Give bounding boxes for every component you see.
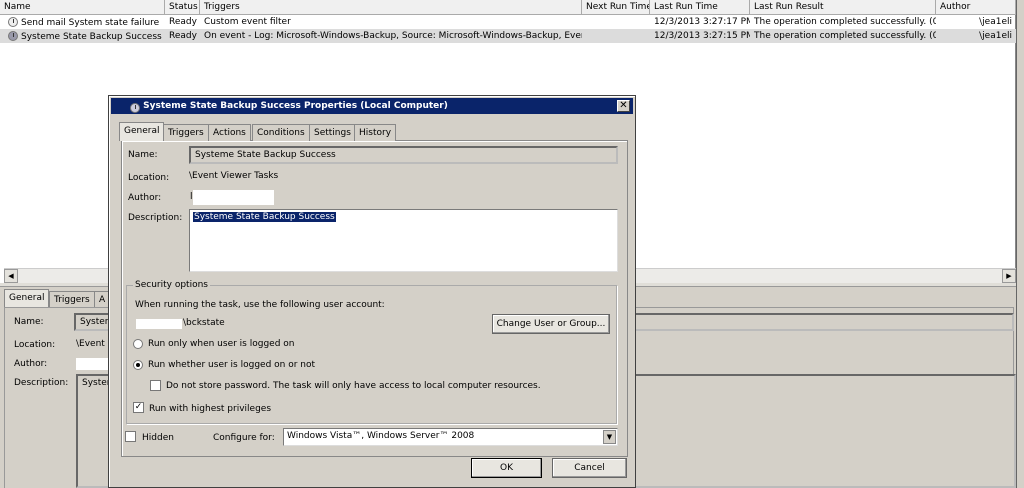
configure-for-select[interactable]: Windows Vista™, Windows Server™ 2008 ▼	[283, 428, 618, 446]
radio-whether-logged-on[interactable]	[133, 360, 143, 370]
tab-general[interactable]: General	[119, 122, 165, 141]
radio-logged-on[interactable]	[133, 339, 143, 349]
task-last-run: 12/3/2013 3:27:17 PM	[654, 17, 750, 27]
table-row-selected[interactable]: Systeme State Backup Success Ready On ev…	[0, 29, 936, 43]
description-label: Description:	[14, 378, 69, 388]
radio-whether-label[interactable]: Run whether user is logged on or not	[148, 360, 315, 370]
location-label: Location:	[14, 340, 56, 350]
task-status: Ready	[169, 31, 197, 41]
dialog-title: Systeme State Backup Success Properties …	[143, 101, 448, 111]
task-result: The operation completed successfully. (0…	[754, 17, 936, 27]
task-triggers: Custom event filter	[204, 17, 291, 27]
location-label: Location:	[128, 173, 170, 183]
task-author: \jea1eli	[936, 29, 1016, 43]
ok-button[interactable]: OK	[471, 458, 542, 478]
column-header-name[interactable]: Name	[0, 0, 165, 15]
dialog-titlebar[interactable]: Systeme State Backup Success Properties …	[111, 98, 633, 114]
configure-for-label: Configure for:	[213, 433, 275, 443]
change-user-button[interactable]: Change User or Group...	[492, 314, 610, 334]
task-clock-icon	[130, 103, 140, 113]
tab-history[interactable]: History	[354, 124, 397, 141]
tab-settings[interactable]: Settings	[309, 124, 356, 141]
location-value: \Event Viewer Tasks	[189, 171, 279, 181]
account-redaction	[136, 319, 182, 329]
no-store-password-label[interactable]: Do not store password. The task will onl…	[166, 381, 541, 391]
chevron-down-icon[interactable]: ▼	[603, 430, 616, 444]
column-header-result[interactable]: Last Run Result	[750, 0, 936, 15]
description-label: Description:	[128, 213, 183, 223]
task-clock-icon	[8, 31, 18, 41]
bottom-tab-triggers[interactable]: Triggers	[49, 291, 95, 308]
tab-conditions[interactable]: Conditions	[252, 124, 310, 141]
task-last-run: 12/3/2013 3:27:15 PM	[654, 31, 750, 41]
no-store-password-checkbox[interactable]	[150, 380, 161, 391]
properties-dialog: Systeme State Backup Success Properties …	[108, 95, 636, 488]
task-triggers: On event - Log: Microsoft-Windows-Backup…	[204, 31, 582, 41]
description-field[interactable]: Systeme State Backup Success	[189, 209, 618, 272]
column-header-next-run[interactable]: Next Run Time	[582, 0, 650, 15]
right-pane-edge	[1016, 0, 1024, 488]
scroll-right-icon[interactable]: ▶	[1002, 269, 1016, 283]
author-redaction	[193, 190, 274, 205]
task-name: Systeme State Backup Success	[21, 32, 162, 42]
tab-actions[interactable]: Actions	[208, 124, 251, 141]
task-status: Ready	[169, 17, 197, 27]
hidden-label[interactable]: Hidden	[142, 433, 174, 443]
account-value: \bckstate	[183, 318, 225, 328]
table-row[interactable]: Send mail System state failure Ready Cus…	[0, 15, 1016, 29]
column-header-author[interactable]: Author	[936, 0, 1016, 15]
account-prompt: When running the task, use the following…	[135, 300, 385, 310]
name-label: Name:	[128, 150, 158, 160]
location-value: \Event '	[76, 339, 111, 349]
column-header-triggers[interactable]: Triggers	[200, 0, 582, 15]
scroll-left-icon[interactable]: ◀	[4, 269, 18, 283]
close-icon[interactable]: ✕	[617, 100, 630, 112]
highest-privileges-label[interactable]: Run with highest privileges	[149, 404, 271, 414]
name-field: Systeme State Backup Success	[189, 146, 618, 164]
name-label: Name:	[14, 317, 44, 327]
task-result: The operation completed successfully. (0…	[754, 31, 936, 41]
author-label: Author:	[14, 359, 48, 369]
bottom-tab-general[interactable]: General	[4, 289, 50, 308]
author-value-redacted	[76, 358, 110, 370]
cancel-button[interactable]: Cancel	[552, 458, 627, 478]
highest-privileges-checkbox[interactable]: ✓	[133, 402, 144, 413]
task-clock-icon	[8, 17, 18, 27]
hidden-checkbox[interactable]	[125, 431, 136, 442]
task-author: \jea1eli	[979, 17, 1012, 27]
author-label: Author:	[128, 193, 162, 203]
task-name: Send mail System state failure	[21, 18, 160, 28]
security-options-legend: Security options	[133, 280, 210, 290]
radio-logged-on-label[interactable]: Run only when user is logged on	[148, 339, 294, 349]
column-header-status[interactable]: Status	[165, 0, 200, 15]
tab-triggers[interactable]: Triggers	[163, 124, 209, 141]
column-header-last-run[interactable]: Last Run Time	[650, 0, 750, 15]
